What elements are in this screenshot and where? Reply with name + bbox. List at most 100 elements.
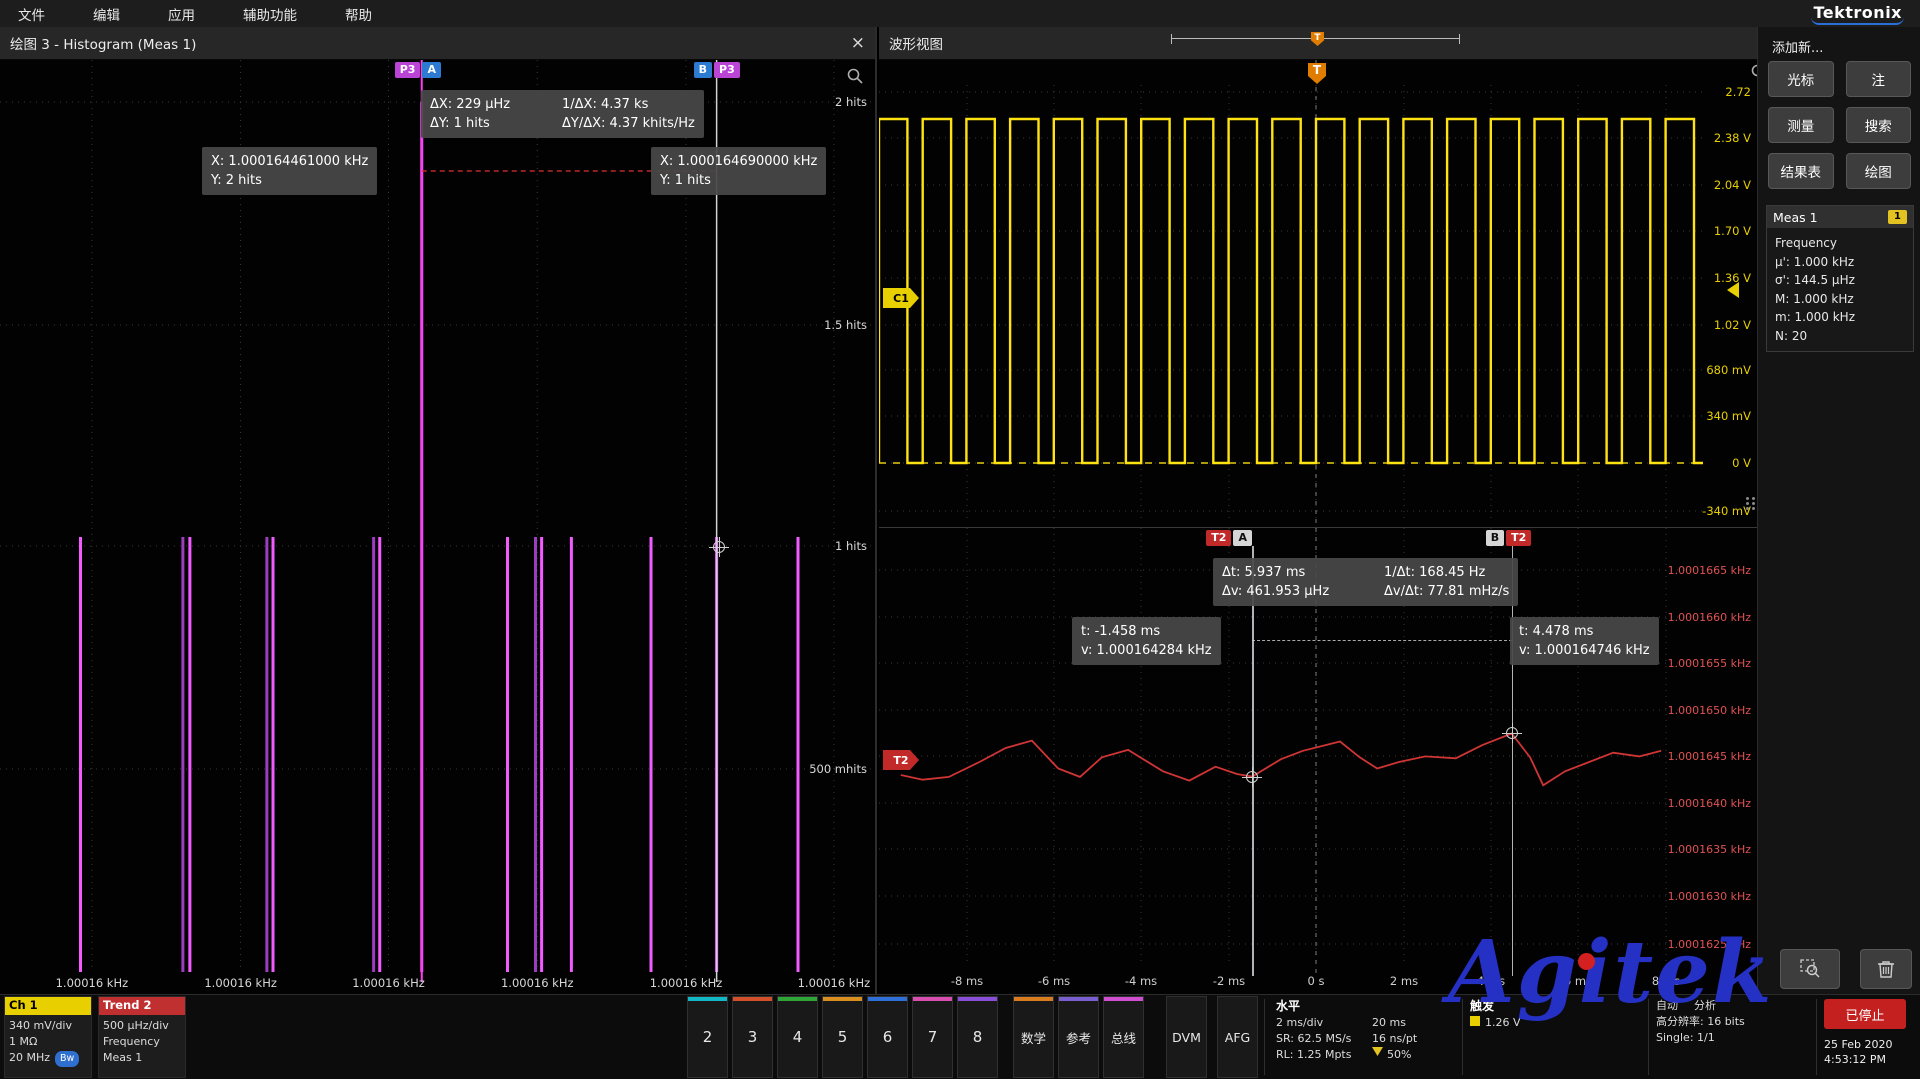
cursor-connector-line: [1252, 640, 1511, 641]
trend-cursor-b-badges[interactable]: B T2: [1486, 530, 1532, 546]
histogram-cursor-b-readout: X: 1.000164690000 kHz Y: 1 hits: [651, 147, 826, 195]
trend-cursor-a[interactable]: [1252, 546, 1254, 976]
trend-cursor-b-readout: t: 4.478 ms v: 1.000164746 kHz: [1510, 617, 1659, 665]
trigger-position-icon[interactable]: T: [1311, 32, 1324, 46]
trigger-source-swatch: [1470, 1016, 1480, 1026]
channel-button-4[interactable]: 4: [777, 996, 818, 1078]
channel-1-badge[interactable]: Ch 1 340 mV/div1 MΩ20 MHzBw: [4, 996, 92, 1078]
menu-item[interactable]: 帮助: [345, 4, 372, 24]
histogram-cursor-a-badges[interactable]: P3 A: [395, 62, 441, 78]
meas-stat-row: M: 1.000 kHz: [1775, 290, 1905, 309]
button-总线[interactable]: 总线: [1103, 996, 1144, 1078]
histogram-canvas: [0, 60, 875, 994]
dvm-button[interactable]: DVM: [1166, 996, 1207, 1078]
ch1-square-wave[interactable]: [879, 119, 1703, 463]
cursor-source-badge[interactable]: T2: [1506, 530, 1531, 546]
cursor-b-crosshair[interactable]: [713, 541, 725, 553]
histogram-cursor-b-badges[interactable]: B P3: [694, 62, 740, 78]
sidebar-button-光标[interactable]: 光标: [1768, 61, 1834, 97]
freq-axis-label: 1.00016 kHz: [201, 976, 281, 990]
trend-plot-area: T2 T2 A B T2 Δt: 5.937 ms 1/Δt: 168.45 H…: [879, 528, 1757, 994]
trend-axis-label: 1.0001640 kHz: [1668, 797, 1751, 810]
cursor-source-badge[interactable]: P3: [395, 62, 421, 78]
sidebar-button-搜索[interactable]: 搜索: [1846, 107, 1912, 143]
trend-2-trace[interactable]: [901, 734, 1661, 786]
cursor-a-crosshair[interactable]: [1246, 771, 1258, 783]
channel-1-badge-header[interactable]: Ch 1: [5, 997, 91, 1015]
time-axis-label: 6 ms: [1556, 974, 1600, 988]
freq-axis-label: 1.00016 kHz: [794, 976, 874, 990]
afg-button[interactable]: AFG: [1217, 996, 1258, 1078]
trend-2-badge-header[interactable]: Trend 2: [99, 997, 185, 1015]
trend-delta-readout: Δt: 5.937 ms 1/Δt: 168.45 Hz Δv: 461.953…: [1213, 558, 1518, 606]
menu-item[interactable]: 辅助功能: [243, 4, 297, 24]
trend-axis-label: 1.0001650 kHz: [1668, 704, 1751, 717]
time-axis-label: -2 ms: [1207, 974, 1251, 988]
close-icon[interactable]: ×: [851, 33, 865, 53]
horizontal-badge[interactable]: 水平 2 ms/div20 msSR: 62.5 MS/s16 ns/ptRL:…: [1276, 998, 1458, 1063]
menu-item[interactable]: 应用: [168, 4, 195, 24]
cursor-b-badge[interactable]: B: [1486, 530, 1504, 546]
trend-cursor-a-badges[interactable]: T2 A: [1206, 530, 1252, 546]
meas-source-badge: 1: [1888, 210, 1907, 224]
channel-button-7[interactable]: 7: [912, 996, 953, 1078]
acq-resolution: 高分辨率: 16 bits: [1656, 1014, 1811, 1030]
channel-button-2[interactable]: 2: [687, 996, 728, 1078]
trend-axis-label: 1.0001630 kHz: [1668, 890, 1751, 903]
channel-button-8[interactable]: 8: [957, 996, 998, 1078]
settings-bar: Ch 1 340 mV/div1 MΩ20 MHzBw Trend 2 500 …: [0, 994, 1920, 1079]
horizontal-position-icon: [1372, 1047, 1383, 1056]
histogram-bar: [378, 537, 381, 972]
button-参考[interactable]: 参考: [1058, 996, 1099, 1078]
waveform-panel: 波形视图 T T C1 2.722.38 V2.04 V1.70 V1.36 V…: [879, 27, 1757, 994]
oscilloscope-app: 文件编辑应用辅助功能帮助 Tektronix 绘图 3 - Histogram …: [0, 0, 1920, 1079]
zoom-overview-ruler[interactable]: T: [1171, 34, 1460, 44]
hits-axis-label: 2 hits: [835, 95, 867, 109]
hits-axis-label: 500 mhits: [809, 762, 867, 776]
trend-axis-label: 1.0001645 kHz: [1668, 750, 1751, 763]
sidebar-button-测量[interactable]: 测量: [1768, 107, 1834, 143]
histogram-bar: [506, 537, 509, 972]
cursor-source-badge[interactable]: P3: [714, 62, 740, 78]
trigger-level-value: 1.26 V: [1485, 1016, 1521, 1029]
cursor-a-badge[interactable]: A: [1233, 530, 1252, 546]
acq-analysis-label[interactable]: 分析: [1694, 998, 1716, 1014]
zoom-icon[interactable]: [845, 66, 865, 90]
histogram-bar: [79, 537, 82, 972]
trigger-badge[interactable]: 触发 1.26 V: [1470, 998, 1640, 1031]
channel-buttons: 2345678: [687, 996, 998, 1078]
menu-item[interactable]: 文件: [18, 4, 45, 24]
datetime: 25 Feb 2020 4:53:12 PM: [1824, 1037, 1892, 1067]
acquisition-badge[interactable]: 自动 分析 高分辨率: 16 bits Single: 1/1: [1656, 998, 1811, 1046]
menu-bar-items: 文件 编辑 应用 辅助功能 帮助: [18, 4, 372, 24]
acq-mode-label[interactable]: 自动: [1656, 998, 1678, 1014]
trend-2-badge[interactable]: Trend 2 500 μHz/divFrequencyMeas 1: [98, 996, 186, 1078]
histogram-bar: [797, 537, 800, 972]
pane-resize-handle[interactable]: [1746, 497, 1756, 510]
sidebar-button-绘图[interactable]: 绘图: [1846, 153, 1912, 189]
channel-button-5[interactable]: 5: [822, 996, 863, 1078]
zoom-mode-button[interactable]: [1780, 949, 1840, 989]
waveform-titlebar: 波形视图 T: [879, 27, 1757, 60]
ch1-setting: 1 MΩ: [9, 1034, 87, 1050]
trend-cursor-b[interactable]: [1512, 546, 1514, 976]
meas-1-results-badge[interactable]: Meas 1 1 Frequencyμ': 1.000 kHzσ': 144.5…: [1766, 205, 1914, 352]
cursor-b-badge[interactable]: B: [694, 62, 712, 78]
trash-button[interactable]: [1860, 949, 1912, 989]
channel-button-3[interactable]: 3: [732, 996, 773, 1078]
menu-item[interactable]: 编辑: [93, 4, 120, 24]
meas-1-header[interactable]: Meas 1 1: [1767, 206, 1913, 228]
time-label: 4:53:12 PM: [1824, 1052, 1892, 1067]
histogram-bar: [188, 537, 191, 972]
run-stop-button[interactable]: 已停止: [1824, 999, 1906, 1029]
time-axis-label: 8 ms: [1644, 974, 1688, 988]
sidebar-button-注[interactable]: 注: [1846, 61, 1912, 97]
cursor-source-badge[interactable]: T2: [1206, 530, 1231, 546]
channel-button-6[interactable]: 6: [867, 996, 908, 1078]
cursor-a-badge[interactable]: A: [422, 62, 441, 78]
volt-axis-label: 2.04 V: [1714, 178, 1751, 192]
ch1-setting: 20 MHzBw: [9, 1050, 87, 1067]
sidebar-button-结果表[interactable]: 结果表: [1768, 153, 1834, 189]
histogram-bar: [181, 537, 184, 972]
button-数学[interactable]: 数学: [1013, 996, 1054, 1078]
